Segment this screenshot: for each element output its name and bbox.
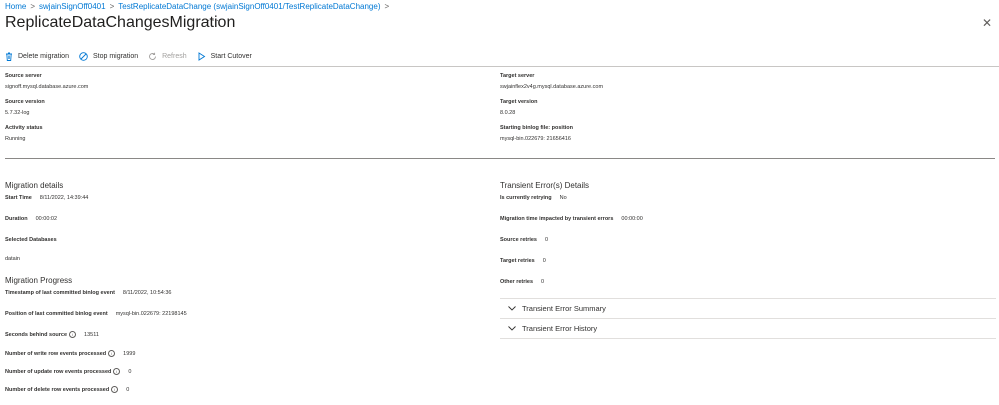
last-binlog-position-row: Position of last committed binlog event …	[5, 311, 187, 317]
start-time-value: 8/11/2022, 14:39:44	[39, 195, 89, 201]
refresh-button[interactable]: Refresh	[148, 52, 187, 61]
transient-errors-heading: Transient Error(s) Details	[500, 181, 590, 190]
target-server-value: swjainflex2v4g.mysql.database.azure.com	[500, 84, 604, 90]
source-version-value: 5.7.32-log	[5, 110, 30, 116]
info-icon[interactable]: i	[69, 331, 77, 338]
info-icon[interactable]: i	[111, 386, 119, 393]
more-options-button[interactable]: ···	[207, 15, 220, 26]
source-version-label: Source version	[5, 99, 45, 105]
stop-migration-button[interactable]: Stop migration	[79, 51, 139, 61]
breadcrumb-separator: >	[30, 2, 36, 11]
info-icon[interactable]: i	[113, 368, 121, 375]
transient-error-history-toggle[interactable]: Transient Error History	[500, 318, 996, 339]
duration-row: Duration 00:00:02	[5, 216, 57, 222]
info-icon[interactable]: i	[108, 350, 116, 357]
selected-database-value: datain	[5, 256, 20, 262]
trash-icon	[6, 52, 12, 61]
delete-events-value: 0	[126, 386, 130, 393]
section-divider	[5, 158, 995, 159]
update-events-label: Number of update row events processed	[5, 368, 112, 375]
update-events-row: Number of update row events processed i …	[5, 368, 131, 375]
refresh-label: Refresh	[162, 52, 187, 60]
transient-error-summary-toggle[interactable]: Transient Error Summary	[500, 298, 996, 318]
activity-status-value: Running	[5, 136, 26, 142]
last-binlog-timestamp-row: Timestamp of last committed binlog event…	[5, 290, 171, 296]
is-retrying-label: Is currently retrying	[500, 195, 552, 201]
other-retries-value: 0	[541, 279, 545, 285]
migration-progress-heading: Migration Progress	[5, 276, 73, 285]
starting-binlog-value: mysql-bin.022679: 21656416	[500, 136, 571, 142]
write-events-value: 1999	[123, 350, 136, 357]
target-version-value: 8.0.28	[500, 110, 516, 116]
breadcrumb-separator: >	[109, 2, 115, 11]
target-version-label: Target version	[500, 99, 538, 105]
target-retries-row: Target retries 0	[500, 258, 546, 264]
delete-migration-button[interactable]: Delete migration	[5, 52, 69, 61]
delete-migration-label: Delete migration	[18, 52, 69, 60]
update-events-value: 0	[128, 368, 132, 375]
seconds-behind-row: Seconds behind source i 13511	[5, 331, 99, 338]
last-binlog-position-value: mysql-bin.022679: 22198145	[115, 311, 187, 317]
source-retries-value: 0	[545, 237, 549, 243]
transient-error-history-label: Transient Error History	[522, 324, 598, 333]
is-retrying-value: No	[559, 195, 567, 201]
target-server-label: Target server	[500, 73, 535, 79]
start-cutover-label: Start Cutover	[210, 52, 252, 60]
breadcrumb-home[interactable]: Home	[5, 2, 26, 11]
page-title: ReplicateDataChangesMigration	[5, 14, 236, 31]
migration-details-heading: Migration details	[5, 181, 64, 190]
duration-value: 00:00:02	[35, 216, 58, 222]
play-icon	[198, 51, 205, 61]
last-binlog-timestamp-label: Timestamp of last committed binlog event	[5, 290, 115, 296]
other-retries-row: Other retries 0	[500, 279, 544, 285]
source-retries-row: Source retries 0	[500, 237, 548, 243]
stop-icon	[79, 51, 88, 61]
breadcrumb: Home > swjainSignOff0401 > TestReplicateData…	[5, 2, 393, 11]
delete-events-row: Number of delete row events processed i …	[5, 386, 129, 393]
start-time-label: Start Time	[5, 195, 32, 201]
write-events-label: Number of write row events processed	[5, 350, 107, 357]
time-impacted-value: 00:00:00	[621, 216, 643, 222]
source-retries-label: Source retries	[500, 237, 537, 243]
transient-error-summary-label: Transient Error Summary	[522, 304, 606, 313]
duration-label: Duration	[5, 216, 28, 222]
seconds-behind-label: Seconds behind source	[5, 331, 68, 338]
start-cutover-button[interactable]: Start Cutover	[197, 51, 252, 61]
write-events-row: Number of write row events processed i 1…	[5, 350, 135, 357]
breadcrumb-server[interactable]: swjainSignOff0401	[39, 2, 106, 11]
toolbar-divider	[0, 66, 999, 67]
close-button[interactable]: ✕	[982, 16, 992, 30]
target-retries-label: Target retries	[500, 258, 535, 264]
activity-status-label: Activity status	[5, 125, 43, 131]
last-binlog-timestamp-value: 8/11/2022, 10:54:36	[122, 290, 172, 296]
breadcrumb-separator: >	[384, 2, 390, 11]
delete-events-label: Number of delete row events processed	[5, 386, 110, 393]
command-bar: Delete migration Stop migration Refresh …	[5, 48, 262, 64]
source-server-value: signoff.mysql.database.azure.com	[5, 84, 89, 90]
chevron-down-icon	[508, 326, 516, 331]
start-time-row: Start Time 8/11/2022, 14:39:44	[5, 195, 88, 201]
seconds-behind-value: 13511	[84, 331, 99, 338]
time-impacted-row: Migration time impacted by transient err…	[500, 216, 643, 222]
other-retries-label: Other retries	[500, 279, 534, 285]
last-binlog-position-label: Position of last committed binlog event	[5, 311, 108, 317]
refresh-icon	[149, 52, 157, 60]
stop-migration-label: Stop migration	[92, 52, 139, 60]
time-impacted-label: Migration time impacted by transient err…	[500, 216, 614, 222]
breadcrumb-migration-service[interactable]: TestReplicateDataChange (swjainSignOff04…	[118, 2, 380, 11]
target-retries-value: 0	[542, 258, 546, 264]
chevron-down-icon	[508, 306, 516, 311]
starting-binlog-label: Starting binlog file: position	[500, 125, 574, 131]
is-retrying-row: Is currently retrying No	[500, 195, 567, 201]
selected-databases-label: Selected Databases	[5, 237, 57, 243]
source-server-label: Source server	[5, 73, 42, 79]
